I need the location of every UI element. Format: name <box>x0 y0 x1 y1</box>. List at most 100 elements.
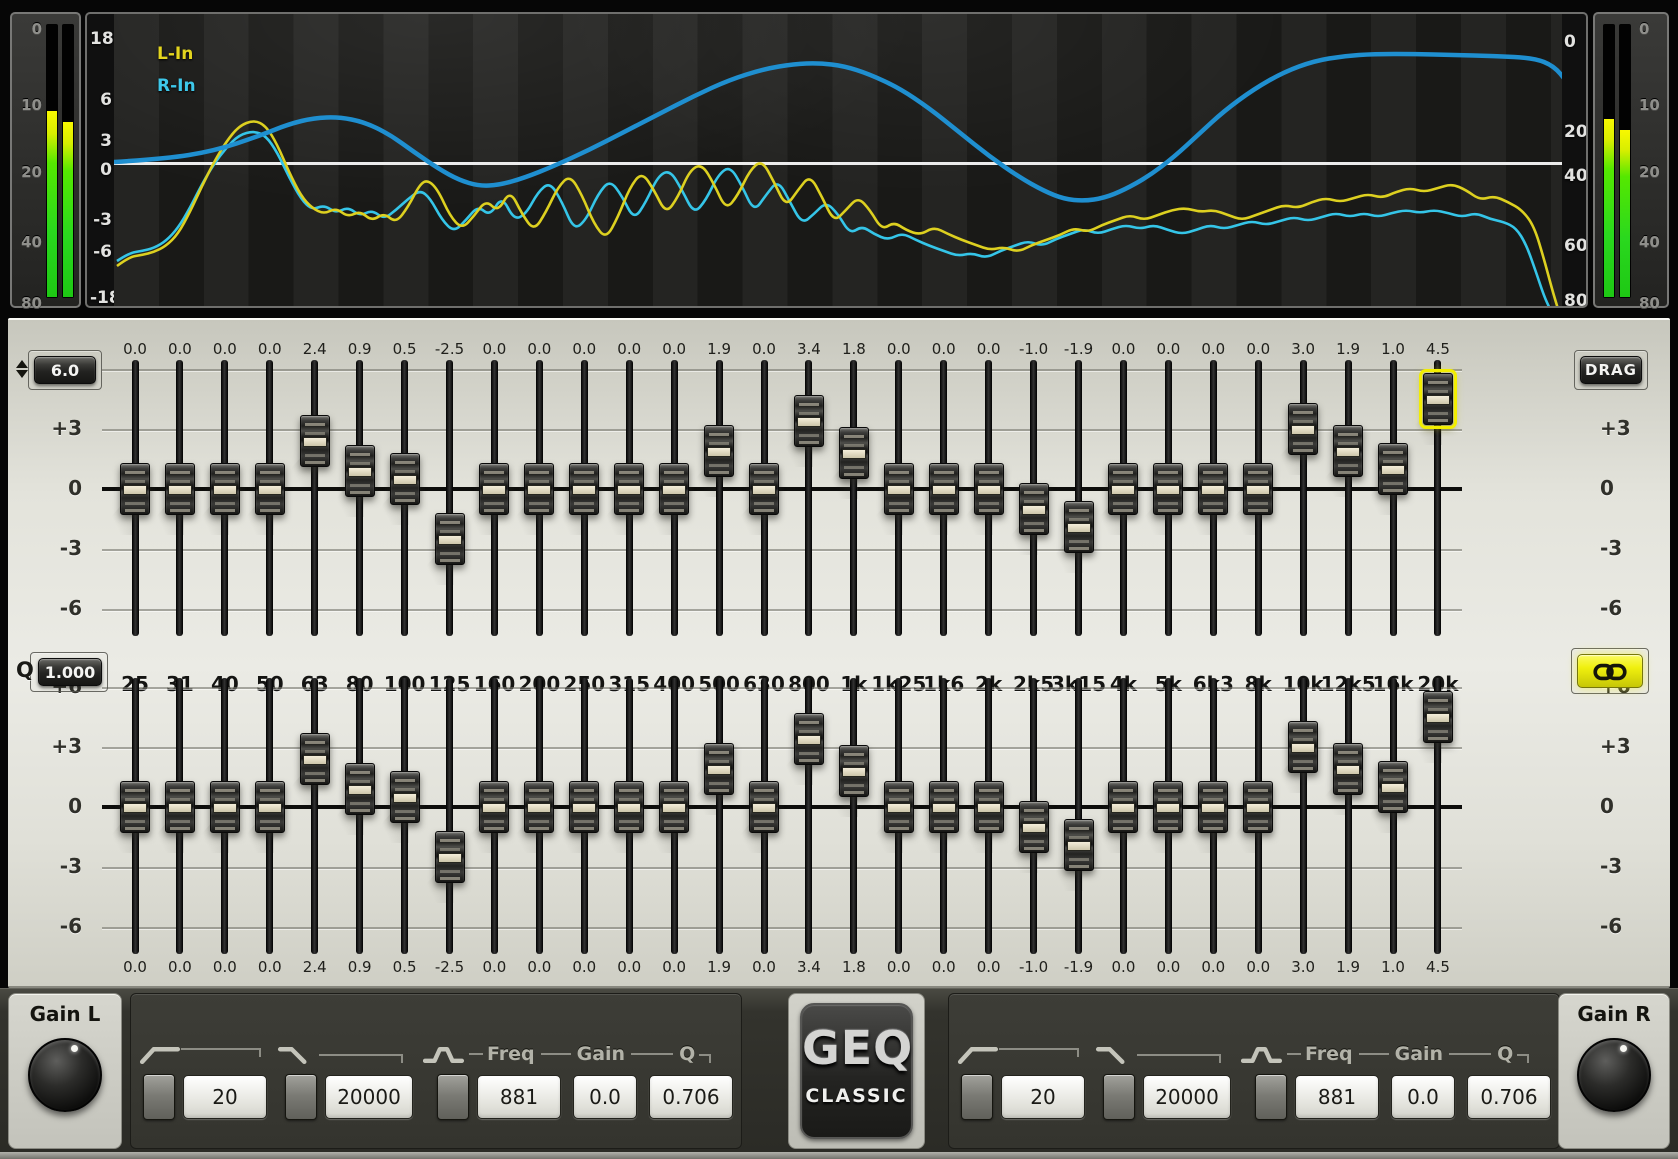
fader-1k6-lower[interactable] <box>929 781 959 833</box>
fader-25-lower[interactable] <box>120 781 150 833</box>
drag-mode-button[interactable]: DRAG <box>1580 356 1642 384</box>
fader-25-upper[interactable] <box>120 463 150 515</box>
fader-16k-lower[interactable] <box>1378 761 1408 813</box>
fader-630-upper[interactable] <box>749 463 779 515</box>
fader-200-lower[interactable] <box>524 781 554 833</box>
range-stepper-icon[interactable] <box>16 360 28 378</box>
fader-1k6-upper[interactable] <box>929 463 959 515</box>
fader-160-upper[interactable] <box>479 463 509 515</box>
range-value-button[interactable]: 6.0 <box>34 356 96 384</box>
hpf-enable-button[interactable] <box>143 1074 175 1120</box>
band-gain-value: 0.0 <box>740 340 788 360</box>
fader-16k-upper[interactable] <box>1378 443 1408 495</box>
fader-125-lower[interactable] <box>435 831 465 883</box>
band-gain-value: 0.0 <box>156 958 204 978</box>
fader-63-upper[interactable] <box>300 415 330 467</box>
fader-2k-lower[interactable] <box>974 781 1004 833</box>
meter-scale-label: 10 <box>1639 96 1667 114</box>
fader-800-lower[interactable] <box>794 713 824 765</box>
hpf-enable-button[interactable] <box>961 1074 993 1120</box>
fader-3k15-upper[interactable] <box>1064 501 1094 553</box>
fader-125-upper[interactable] <box>435 513 465 565</box>
fader-50-lower[interactable] <box>255 781 285 833</box>
q-label: Q <box>1497 1043 1513 1065</box>
fader-2k5-lower[interactable] <box>1019 801 1049 853</box>
band-gain-value: 3.4 <box>785 958 833 978</box>
db-scale-label: -6 <box>1600 596 1658 620</box>
fader-5k-upper[interactable] <box>1153 463 1183 515</box>
q-label: Q <box>16 658 34 682</box>
fader-315-upper[interactable] <box>614 463 644 515</box>
hpf-freq-field[interactable]: 20 <box>1001 1075 1085 1119</box>
lpf-enable-button[interactable] <box>285 1074 317 1120</box>
fader-track <box>716 360 723 636</box>
q-value-button[interactable]: 1.000 <box>38 658 102 686</box>
fader-12k5-upper[interactable] <box>1333 425 1363 477</box>
fader-12k5-lower[interactable] <box>1333 743 1363 795</box>
fader-1k25-upper[interactable] <box>884 463 914 515</box>
fader-31-upper[interactable] <box>165 463 195 515</box>
lpf-freq-field[interactable]: 20000 <box>1143 1075 1231 1119</box>
fader-track <box>446 678 453 954</box>
fader-40-lower[interactable] <box>210 781 240 833</box>
fader-10k-lower[interactable] <box>1288 721 1318 773</box>
fader-400-upper[interactable] <box>659 463 689 515</box>
fader-630-lower[interactable] <box>749 781 779 833</box>
meter-scale-label: 80 <box>14 294 42 312</box>
fader-3k15-lower[interactable] <box>1064 819 1094 871</box>
fader-31-lower[interactable] <box>165 781 195 833</box>
fader-100-upper[interactable] <box>390 453 420 505</box>
band-gain-value: 0.5 <box>381 340 429 360</box>
fader-50-upper[interactable] <box>255 463 285 515</box>
link-channels-button[interactable] <box>1577 654 1643 688</box>
bell-gain-field[interactable]: 0.0 <box>1391 1075 1455 1119</box>
fader-8k-upper[interactable] <box>1243 463 1273 515</box>
fader-5k-lower[interactable] <box>1153 781 1183 833</box>
fader-250-lower[interactable] <box>569 781 599 833</box>
fader-20k-upper[interactable] <box>1423 373 1453 425</box>
bell-freq-field[interactable]: 881 <box>1295 1075 1379 1119</box>
fader-250-upper[interactable] <box>569 463 599 515</box>
fader-10k-upper[interactable] <box>1288 403 1318 455</box>
fader-80-upper[interactable] <box>345 445 375 497</box>
bell-q-field[interactable]: 0.706 <box>1467 1075 1551 1119</box>
fader-8k-lower[interactable] <box>1243 781 1273 833</box>
fader-80-lower[interactable] <box>345 763 375 815</box>
fader-2k-upper[interactable] <box>974 463 1004 515</box>
bell-freq-field[interactable]: 881 <box>477 1075 561 1119</box>
fader-800-upper[interactable] <box>794 395 824 447</box>
fader-6k3-upper[interactable] <box>1198 463 1228 515</box>
db-scale-label: +3 <box>24 416 82 440</box>
lpf-freq-field[interactable]: 20000 <box>325 1075 413 1119</box>
lpf-enable-button[interactable] <box>1103 1074 1135 1120</box>
fader-500-lower[interactable] <box>704 743 734 795</box>
band-gain-value: 0.0 <box>650 340 698 360</box>
fader-1k-upper[interactable] <box>839 427 869 479</box>
fader-track <box>1345 678 1352 954</box>
fader-100-lower[interactable] <box>390 771 420 823</box>
fader-1k25-lower[interactable] <box>884 781 914 833</box>
gain-left-knob[interactable] <box>28 1038 102 1112</box>
fader-4k-upper[interactable] <box>1108 463 1138 515</box>
fader-40-upper[interactable] <box>210 463 240 515</box>
fader-200-upper[interactable] <box>524 463 554 515</box>
fader-315-lower[interactable] <box>614 781 644 833</box>
hpf-freq-field[interactable]: 20 <box>183 1075 267 1119</box>
fader-4k-lower[interactable] <box>1108 781 1138 833</box>
fader-160-lower[interactable] <box>479 781 509 833</box>
band-gain-value: 3.0 <box>1279 958 1327 978</box>
fader-500-upper[interactable] <box>704 425 734 477</box>
bell-enable-button[interactable] <box>1255 1074 1287 1120</box>
bell-q-field[interactable]: 0.706 <box>649 1075 733 1119</box>
fader-2k5-upper[interactable] <box>1019 483 1049 535</box>
bell-enable-button[interactable] <box>437 1074 469 1120</box>
fader-20k-lower[interactable] <box>1423 691 1453 743</box>
fader-track <box>1075 678 1082 954</box>
fader-track <box>1075 360 1082 636</box>
gain-right-knob[interactable] <box>1577 1038 1651 1112</box>
fader-63-lower[interactable] <box>300 733 330 785</box>
fader-6k3-lower[interactable] <box>1198 781 1228 833</box>
fader-400-lower[interactable] <box>659 781 689 833</box>
bell-gain-field[interactable]: 0.0 <box>573 1075 637 1119</box>
fader-1k-lower[interactable] <box>839 745 869 797</box>
